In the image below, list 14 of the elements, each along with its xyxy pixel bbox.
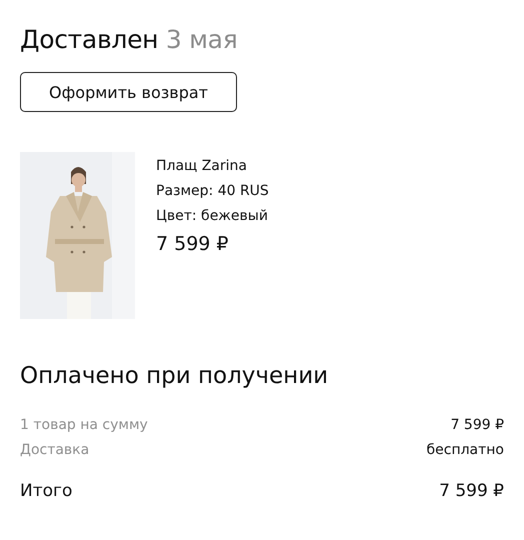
product-color: Цвет: бежевый [156, 207, 269, 226]
total-label: Итого [20, 480, 72, 503]
product-name: Плащ Zarina [156, 157, 248, 176]
total-value: 7 599 ₽ [439, 480, 504, 503]
summary-value: 7 599 ₽ [450, 416, 504, 435]
status-title: Доставлен [20, 25, 158, 54]
summary-label: Доставка [20, 441, 90, 460]
delivery-date: 3 мая [166, 25, 238, 54]
summary-label: 1 товар на сумму [20, 416, 148, 435]
product-size: Размер: 40 RUS [156, 182, 269, 201]
product-price: 7 599 ₽ [156, 232, 230, 257]
summary-value: бесплатно [426, 441, 504, 460]
payment-title: Оплачено при получении [20, 362, 330, 391]
return-button[interactable]: Оформить возврат [20, 72, 237, 112]
